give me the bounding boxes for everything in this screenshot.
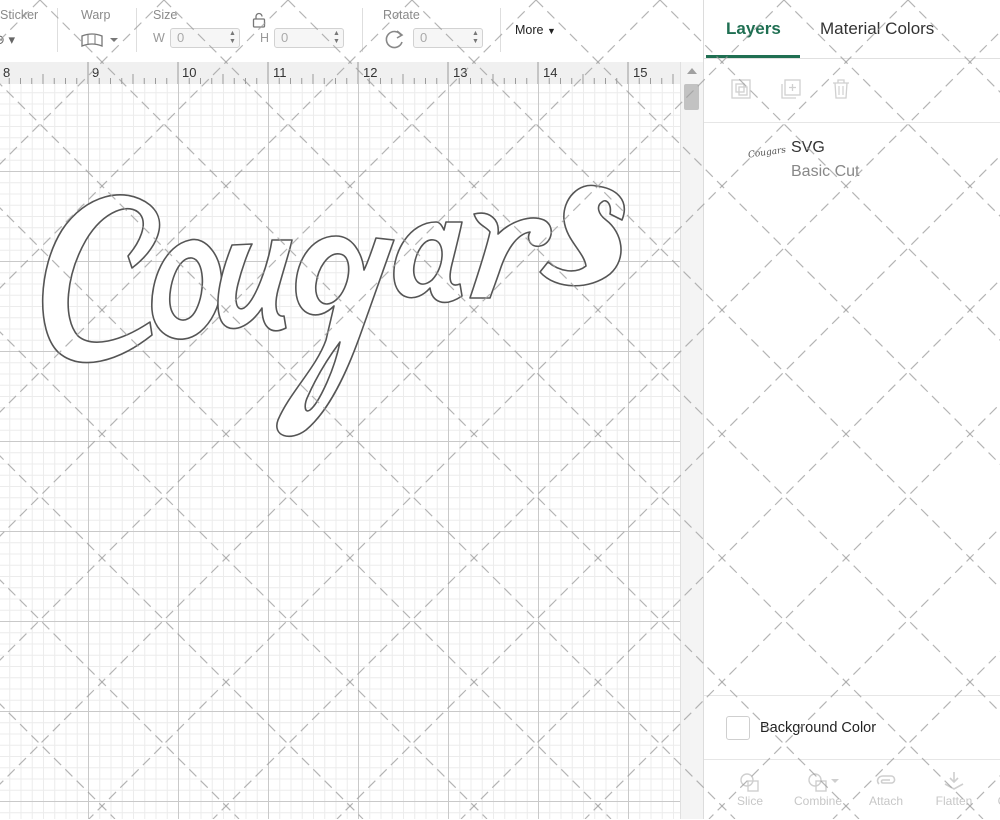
flatten-icon: [944, 772, 964, 790]
warp-label: Warp: [81, 8, 111, 22]
toolbar-divider: [57, 8, 58, 52]
caret-down-icon: ▼: [546, 26, 556, 36]
toolbar-divider: [500, 8, 501, 52]
horizontal-ruler: 8 9 10 11 12 13 14 15: [0, 62, 680, 85]
size-label: Size: [153, 8, 178, 22]
ruler-tick-label: 12: [363, 65, 378, 80]
more-button[interactable]: More ▼: [515, 23, 556, 37]
height-input[interactable]: 0 ▲ ▼: [274, 28, 344, 48]
rotate-icon[interactable]: [384, 28, 406, 55]
toolbar-divider: [136, 8, 137, 52]
height-stepper-icon[interactable]: ▲ ▼: [332, 30, 341, 46]
toolbar-divider: [362, 8, 363, 52]
ruler-tick-label: 11: [273, 65, 287, 80]
rotate-input[interactable]: 0 ▲ ▼: [413, 28, 483, 48]
ruler-ticks: [8, 62, 674, 84]
sticker-label: Sticker: [0, 8, 39, 22]
scroll-thumb[interactable]: [684, 84, 699, 110]
rotate-stepper-icon[interactable]: ▲ ▼: [471, 30, 480, 46]
layer-operation[interactable]: Basic Cut: [791, 163, 859, 181]
background-color-label: Background Color: [760, 720, 877, 736]
ruler-tick-label: 14: [543, 65, 558, 80]
vertical-scrollbar[interactable]: [680, 62, 703, 819]
rotate-label: Rotate: [383, 8, 420, 22]
ruler-tick-label: 9: [92, 65, 100, 80]
contour-label: C: [972, 794, 1000, 808]
slice-icon: [740, 773, 759, 792]
layer-toolbar: [704, 58, 1000, 123]
warp-icon[interactable]: [80, 32, 120, 53]
width-value: 0: [177, 30, 185, 45]
duplicate-icon[interactable]: [780, 78, 802, 100]
attach-label: Attach: [868, 794, 904, 808]
attach-icon: [876, 775, 896, 785]
lock-icon[interactable]: [252, 12, 266, 33]
slice-button[interactable]: Slice: [720, 766, 780, 808]
attach-button[interactable]: Attach: [856, 766, 916, 808]
top-toolbar: Sticker ⊕ ▾ Warp Size W 0 ▲▼ H 0 ▲▼ Rota…: [0, 0, 703, 63]
ruler-tick-label: 8: [3, 65, 11, 80]
layers-panel: Layers Material Colors Cougars SVG Basic…: [703, 0, 1000, 819]
group-icon[interactable]: [730, 78, 752, 100]
tab-material-colors[interactable]: Material Colors: [820, 19, 934, 39]
more-label: More: [515, 23, 544, 37]
background-color-row[interactable]: Background Color: [704, 695, 1000, 760]
cougars-artwork[interactable]: [0, 84, 680, 819]
bottom-toolbar: Slice Combine Attach Flatten C: [704, 759, 1000, 820]
rotate-value: 0: [420, 30, 428, 45]
width-input[interactable]: 0 ▲ ▼: [170, 28, 240, 48]
height-prefix: H: [260, 31, 270, 45]
height-value: 0: [281, 30, 289, 45]
tab-layers[interactable]: Layers: [726, 19, 781, 39]
combine-label: Combine: [793, 794, 843, 808]
scroll-up-icon[interactable]: [687, 68, 697, 74]
design-canvas[interactable]: [0, 84, 680, 819]
sticker-icon[interactable]: ⊕ ▾: [0, 32, 15, 48]
ruler-tick-label: 10: [182, 65, 197, 80]
layer-thumbnail: Cougars: [747, 145, 787, 161]
ruler-tick-label: 15: [633, 65, 648, 80]
layer-name: SVG: [791, 139, 825, 156]
combine-button[interactable]: Combine: [788, 766, 848, 808]
panel-tabs: Layers Material Colors: [704, 0, 1000, 59]
contour-button[interactable]: C: [972, 766, 1000, 808]
width-stepper-icon[interactable]: ▲ ▼: [228, 30, 237, 46]
ruler-tick-label: 13: [453, 65, 468, 80]
background-color-swatch[interactable]: [726, 716, 750, 740]
slice-label: Slice: [736, 794, 763, 808]
combine-icon: [808, 773, 839, 792]
layer-item[interactable]: Cougars SVG Basic Cut: [704, 122, 1000, 192]
width-prefix: W: [153, 31, 165, 45]
delete-icon[interactable]: [830, 78, 852, 100]
